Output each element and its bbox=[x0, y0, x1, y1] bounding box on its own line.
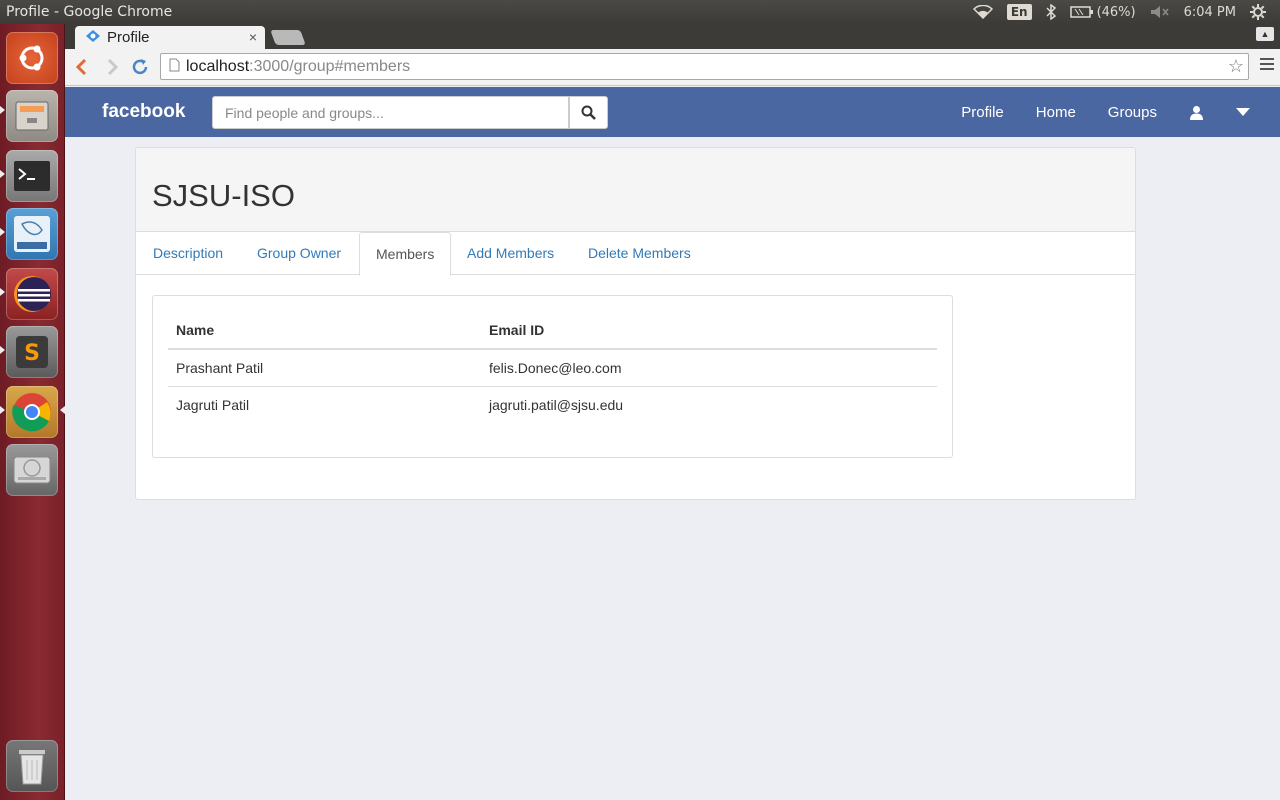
member-email: felis.Donec@leo.com bbox=[481, 349, 937, 387]
dropdown-caret-icon[interactable] bbox=[1220, 108, 1280, 116]
bookmark-star-icon[interactable]: ☆ bbox=[1228, 56, 1244, 77]
mysql-workbench-icon[interactable] bbox=[6, 208, 58, 260]
nav-link-groups[interactable]: Groups bbox=[1092, 104, 1173, 121]
reload-icon bbox=[132, 59, 148, 75]
tab-strip: Profile × ▲ bbox=[65, 24, 1280, 49]
nav-link-profile[interactable]: Profile bbox=[945, 104, 1020, 121]
battery-percentage: (46%) bbox=[1096, 4, 1136, 20]
column-header-name: Name bbox=[168, 312, 481, 350]
battery-indicator[interactable]: (46%) bbox=[1069, 4, 1136, 20]
tab-description[interactable]: Description bbox=[137, 232, 239, 275]
nav-link-home[interactable]: Home bbox=[1020, 104, 1092, 121]
tab-add-members[interactable]: Add Members bbox=[451, 232, 570, 275]
user-profile-icon[interactable]: ▲ bbox=[1256, 27, 1274, 41]
google-chrome-icon[interactable] bbox=[6, 386, 58, 438]
brand-logo[interactable]: facebook bbox=[102, 101, 185, 123]
browser-tab-profile[interactable]: Profile × bbox=[75, 26, 265, 49]
back-button[interactable] bbox=[71, 56, 93, 78]
table-header-row: Name Email ID bbox=[168, 312, 937, 350]
favicon-icon bbox=[85, 29, 101, 47]
browser-toolbar: localhost:3000/group#members ☆ bbox=[65, 49, 1280, 86]
group-title: SJSU-ISO bbox=[152, 178, 295, 213]
forward-arrow-icon bbox=[107, 58, 119, 76]
sublime-text-icon[interactable]: S bbox=[6, 326, 58, 378]
member-name: Prashant Patil bbox=[168, 349, 481, 387]
address-bar[interactable]: localhost:3000/group#members ☆ bbox=[160, 53, 1249, 80]
page-icon bbox=[169, 58, 180, 75]
search-input[interactable] bbox=[212, 96, 569, 129]
battery-icon bbox=[1069, 6, 1093, 18]
group-tabs: Description Group Owner Members Add Memb… bbox=[136, 232, 1135, 276]
file-manager-icon[interactable] bbox=[6, 90, 58, 142]
members-panel: Name Email ID Prashant Patil felis.Donec… bbox=[152, 295, 953, 458]
member-email: jagruti.patil@sjsu.edu bbox=[489, 396, 624, 413]
tab-group-owner[interactable]: Group Owner bbox=[241, 232, 357, 275]
svg-text:S: S bbox=[24, 341, 40, 366]
new-tab-button[interactable] bbox=[270, 30, 306, 45]
ubuntu-dash-icon[interactable] bbox=[6, 32, 58, 84]
window-title: Profile - Google Chrome bbox=[6, 4, 173, 20]
clock[interactable]: 6:04 PM bbox=[1184, 5, 1236, 20]
members-table: Name Email ID Prashant Patil felis.Donec… bbox=[168, 312, 937, 423]
site-navbar: facebook Profile Home Groups bbox=[65, 87, 1280, 137]
reload-button[interactable] bbox=[129, 56, 151, 78]
tab-delete-members[interactable]: Delete Members bbox=[572, 232, 707, 275]
back-arrow-icon bbox=[75, 58, 87, 76]
terminal-icon[interactable] bbox=[6, 150, 58, 202]
eclipse-icon[interactable] bbox=[6, 268, 58, 320]
tab-title: Profile bbox=[107, 29, 150, 46]
system-top-panel: Profile - Google Chrome En (46%) 6:04 PM bbox=[0, 0, 1280, 24]
tab-members[interactable]: Members bbox=[359, 232, 452, 276]
forward-button[interactable] bbox=[101, 56, 123, 78]
system-tray: En (46%) 6:04 PM bbox=[972, 0, 1280, 24]
volume-muted-icon[interactable] bbox=[1150, 5, 1170, 19]
keyboard-language-indicator[interactable]: En bbox=[1006, 4, 1032, 20]
disk-drive-icon[interactable] bbox=[6, 444, 58, 496]
search-button[interactable] bbox=[569, 96, 608, 129]
member-name: Jagruti Patil bbox=[176, 396, 250, 413]
tab-close-icon[interactable]: × bbox=[249, 29, 257, 45]
trash-icon[interactable] bbox=[6, 740, 58, 792]
table-row: Jagruti Patil jagruti.patil@sjsu.edu bbox=[168, 386, 937, 423]
url-path: :3000/group#members bbox=[249, 57, 411, 75]
chrome-menu-icon[interactable] bbox=[1260, 58, 1274, 73]
url-host: localhost bbox=[186, 57, 250, 75]
group-panel: SJSU-ISO Description Group Owner Members… bbox=[135, 147, 1136, 500]
wifi-icon[interactable] bbox=[972, 5, 993, 19]
settings-gear-icon[interactable] bbox=[1250, 4, 1266, 20]
table-row: Prashant Patil felis.Donec@leo.com bbox=[168, 349, 937, 387]
browser-window: Profile × ▲ localhost:3000/group#members… bbox=[65, 24, 1280, 800]
unity-launcher: S bbox=[0, 24, 65, 800]
user-icon[interactable] bbox=[1173, 105, 1220, 120]
search-form bbox=[212, 96, 608, 129]
column-header-email: Email ID bbox=[481, 312, 937, 350]
search-icon bbox=[581, 105, 596, 120]
bluetooth-icon[interactable] bbox=[1046, 4, 1056, 20]
navbar-links: Profile Home Groups bbox=[945, 87, 1280, 137]
